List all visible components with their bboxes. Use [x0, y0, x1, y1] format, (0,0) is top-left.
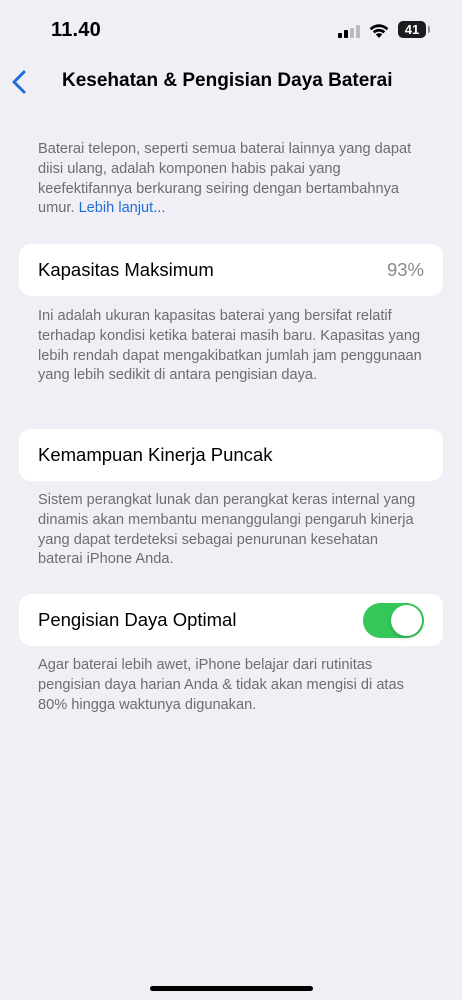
peak-performance-label: Kemampuan Kinerja Puncak	[38, 444, 273, 465]
wifi-icon	[368, 22, 390, 44]
page-title: Kesehatan & Pengisian Daya Baterai	[62, 70, 393, 91]
navigation-bar: Kesehatan & Pengisian Daya Baterai	[0, 60, 462, 104]
chevron-left-icon	[12, 70, 26, 94]
battery-icon: 41	[398, 21, 430, 38]
cellular-signal-icon	[338, 25, 360, 38]
optimized-charging-label: Pengisian Daya Optimal	[38, 609, 237, 630]
max-capacity-label: Kapasitas Maksimum	[38, 259, 214, 280]
back-button[interactable]	[8, 64, 42, 100]
max-capacity-value: 93%	[386, 259, 424, 280]
optimized-charging-description: Agar baterai lebih awet, iPhone belajar …	[38, 657, 404, 713]
intro-description: Baterai telepon, seperti semua baterai l…	[38, 140, 424, 219]
optimized-charging-toggle[interactable]	[363, 603, 424, 638]
max-capacity-description: Ini adalah ukuran kapasitas baterai yang…	[38, 308, 422, 384]
optimized-charging-row: Pengisian Daya Optimal	[19, 594, 443, 646]
max-capacity-row: Kapasitas Maksimum 93%	[19, 244, 443, 296]
peak-performance-description: Sistem perangkat lunak dan perangkat ker…	[38, 492, 416, 568]
toggle-knob	[391, 605, 422, 636]
home-indicator[interactable]	[150, 986, 313, 991]
peak-performance-row[interactable]: Kemampuan Kinerja Puncak	[19, 429, 443, 481]
learn-more-link[interactable]: Lebih lanjut...	[79, 200, 166, 216]
status-bar: 11.40 41	[0, 0, 462, 60]
status-time: 11.40	[51, 19, 101, 41]
